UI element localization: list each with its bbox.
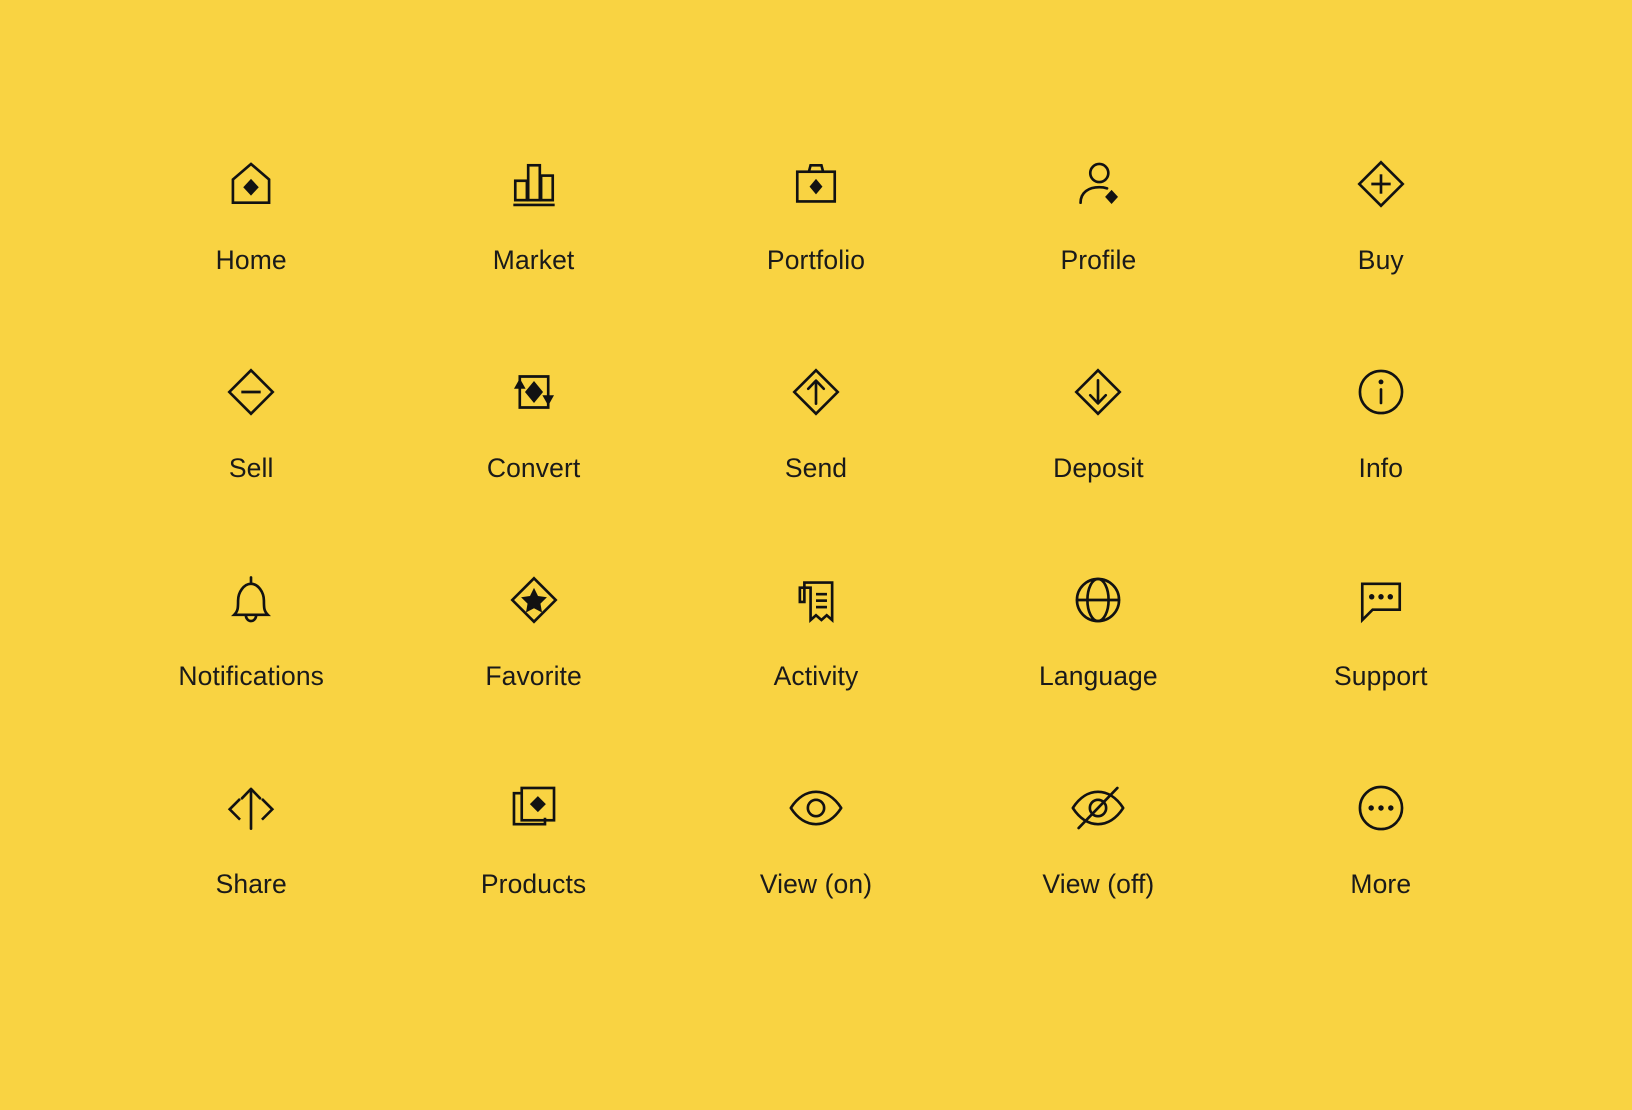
- briefcase-icon: [784, 152, 848, 216]
- icon-label: Convert: [486, 453, 581, 483]
- icon-item-deposit[interactable]: Deposit: [957, 360, 1239, 568]
- icon-item-notifications[interactable]: Notifications: [110, 568, 392, 776]
- icon-item-market[interactable]: Market: [392, 152, 674, 360]
- icon-label: More: [1350, 869, 1412, 899]
- diamond-plus-icon: [1349, 152, 1413, 216]
- bell-icon: [219, 568, 283, 632]
- diamond-star-icon: [502, 568, 566, 632]
- icon-item-home[interactable]: Home: [110, 152, 392, 360]
- convert-arrows-icon: [502, 360, 566, 424]
- icon-item-support[interactable]: Support: [1240, 568, 1522, 776]
- diamond-arrow-down-icon: [1066, 360, 1130, 424]
- icon-item-activity[interactable]: Activity: [675, 568, 957, 776]
- icon-label: Language: [1039, 661, 1158, 691]
- icon-item-send[interactable]: Send: [675, 360, 957, 568]
- icon-item-favorite[interactable]: Favorite: [392, 568, 674, 776]
- globe-icon: [1066, 568, 1130, 632]
- icon-label: Send: [784, 453, 848, 483]
- icon-item-convert[interactable]: Convert: [392, 360, 674, 568]
- icon-item-profile[interactable]: Profile: [957, 152, 1239, 360]
- diamond-arrow-up-icon: [784, 360, 848, 424]
- receipt-icon: [784, 568, 848, 632]
- icon-item-info[interactable]: Info: [1240, 360, 1522, 568]
- icon-label: Portfolio: [766, 245, 866, 275]
- more-dots-icon: [1349, 776, 1413, 840]
- icon-label: Notifications: [178, 661, 325, 691]
- icon-label: Support: [1334, 661, 1428, 691]
- icon-label: Profile: [1060, 245, 1137, 275]
- stacked-cards-icon: [502, 776, 566, 840]
- icon-label: Share: [215, 869, 287, 899]
- icon-item-portfolio[interactable]: Portfolio: [675, 152, 957, 360]
- chat-bubble-icon: [1349, 568, 1413, 632]
- icon-grid: Home Market Portfolio Profile Buy Sell C…: [0, 0, 1632, 1110]
- icon-item-view-off[interactable]: View (off): [957, 776, 1239, 984]
- icon-label: Sell: [228, 453, 274, 483]
- icon-item-view-on[interactable]: View (on): [675, 776, 957, 984]
- icon-item-buy[interactable]: Buy: [1240, 152, 1522, 360]
- info-circle-icon: [1349, 360, 1413, 424]
- icon-label: Buy: [1357, 245, 1404, 275]
- icon-label: Favorite: [485, 661, 582, 691]
- bar-chart-icon: [502, 152, 566, 216]
- icon-item-more[interactable]: More: [1240, 776, 1522, 984]
- icon-item-share[interactable]: Share: [110, 776, 392, 984]
- icon-label: Products: [480, 869, 587, 899]
- icon-item-sell[interactable]: Sell: [110, 360, 392, 568]
- eye-off-icon: [1066, 776, 1130, 840]
- icon-label: Market: [492, 245, 575, 275]
- user-icon: [1066, 152, 1130, 216]
- icon-label: Home: [215, 245, 287, 275]
- diamond-minus-icon: [219, 360, 283, 424]
- icon-item-products[interactable]: Products: [392, 776, 674, 984]
- icon-label: Deposit: [1053, 453, 1144, 483]
- share-arrow-icon: [219, 776, 283, 840]
- home-icon: [219, 152, 283, 216]
- icon-label: View (off): [1042, 869, 1155, 899]
- eye-icon: [784, 776, 848, 840]
- icon-item-language[interactable]: Language: [957, 568, 1239, 776]
- icon-label: View (on): [759, 869, 873, 899]
- icon-label: Activity: [773, 661, 859, 691]
- icon-label: Info: [1358, 453, 1404, 483]
